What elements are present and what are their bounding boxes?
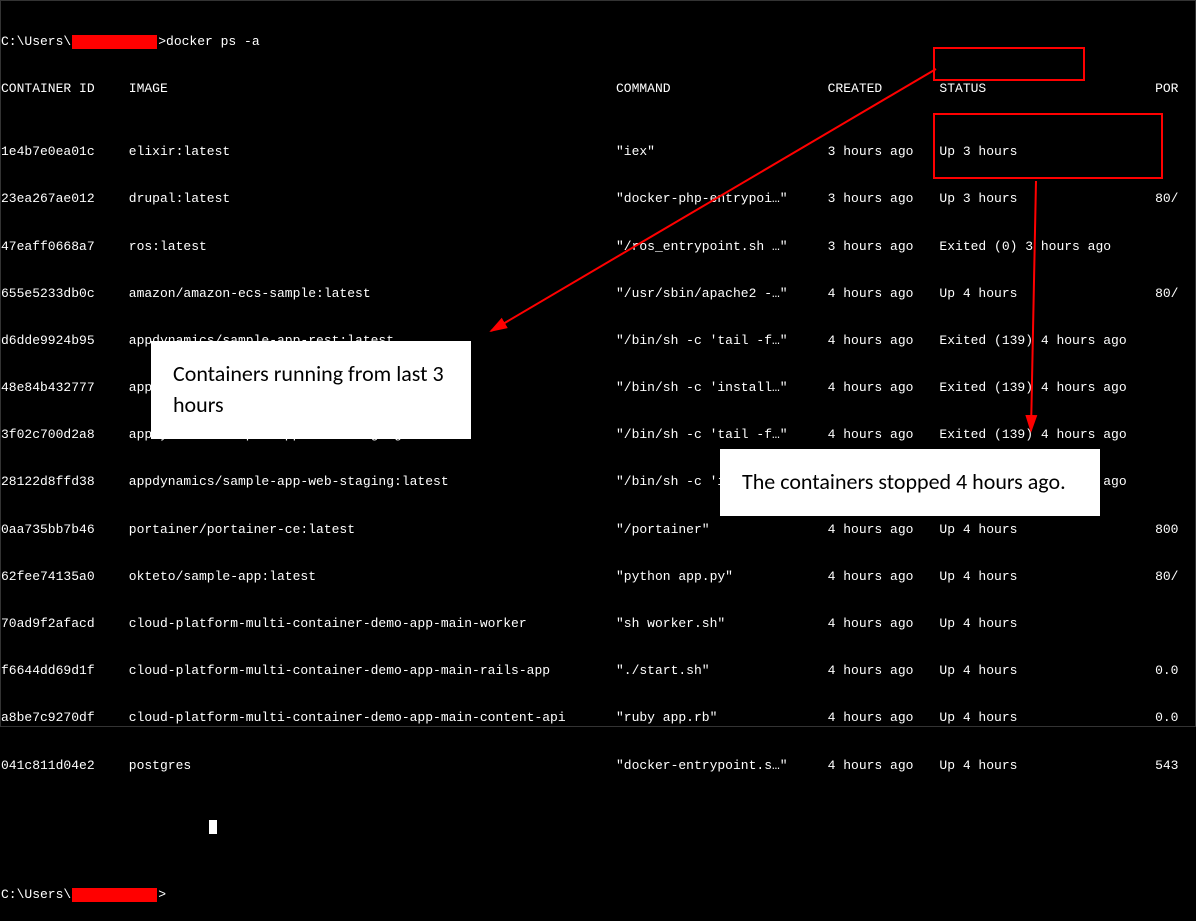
prompt-path: C:\Users\ [1, 887, 71, 903]
table-row: 23ea267ae012drupal:latest"docker-php-ent… [1, 191, 1195, 207]
table-row: 1e4b7e0ea01celixir:latest"iex"3 hours ag… [1, 144, 1195, 160]
table-row: f6644dd69d1fcloud-platform-multi-contain… [1, 663, 1195, 679]
table-row: 041c811d04e2postgres"docker-entrypoint.s… [1, 758, 1195, 774]
command-line: C:\Users\ >docker ps -a [1, 34, 1195, 50]
table-header: CONTAINER IDIMAGECOMMANDCREATEDSTATUSPOR [1, 81, 1195, 97]
header-ports: POR [1155, 81, 1195, 97]
table-row: 62fee74135a0okteto/sample-app:latest"pyt… [1, 569, 1195, 585]
table-row: 0aa735bb7b46portainer/portainer-ce:lates… [1, 522, 1195, 538]
table-row: 47eaff0668a7ros:latest"/ros_entrypoint.s… [1, 239, 1195, 255]
table-row: 655e5233db0camazon/amazon-ecs-sample:lat… [1, 286, 1195, 302]
prompt-line[interactable]: C:\Users\ > [1, 887, 1195, 903]
redacted-username [72, 35, 157, 49]
table-row: a8be7c9270dfcloud-platform-multi-contain… [1, 710, 1195, 726]
header-created: CREATED [828, 81, 940, 97]
redacted-username [72, 888, 157, 902]
command-text: >docker ps -a [158, 34, 259, 50]
annotation-stopped: The containers stopped 4 hours ago. [720, 449, 1100, 516]
cursor-line [1, 820, 1195, 836]
prompt-suffix: > [158, 887, 166, 903]
table-row: 70ad9f2afacdcloud-platform-multi-contain… [1, 616, 1195, 632]
annotation-running: Containers running from last 3 hours [151, 341, 471, 439]
header-id: CONTAINER ID [1, 81, 129, 97]
header-image: IMAGE [129, 81, 616, 97]
cursor-icon [209, 820, 217, 834]
header-command: COMMAND [616, 81, 828, 97]
prompt-path: C:\Users\ [1, 34, 71, 50]
header-status: STATUS [939, 81, 1155, 97]
